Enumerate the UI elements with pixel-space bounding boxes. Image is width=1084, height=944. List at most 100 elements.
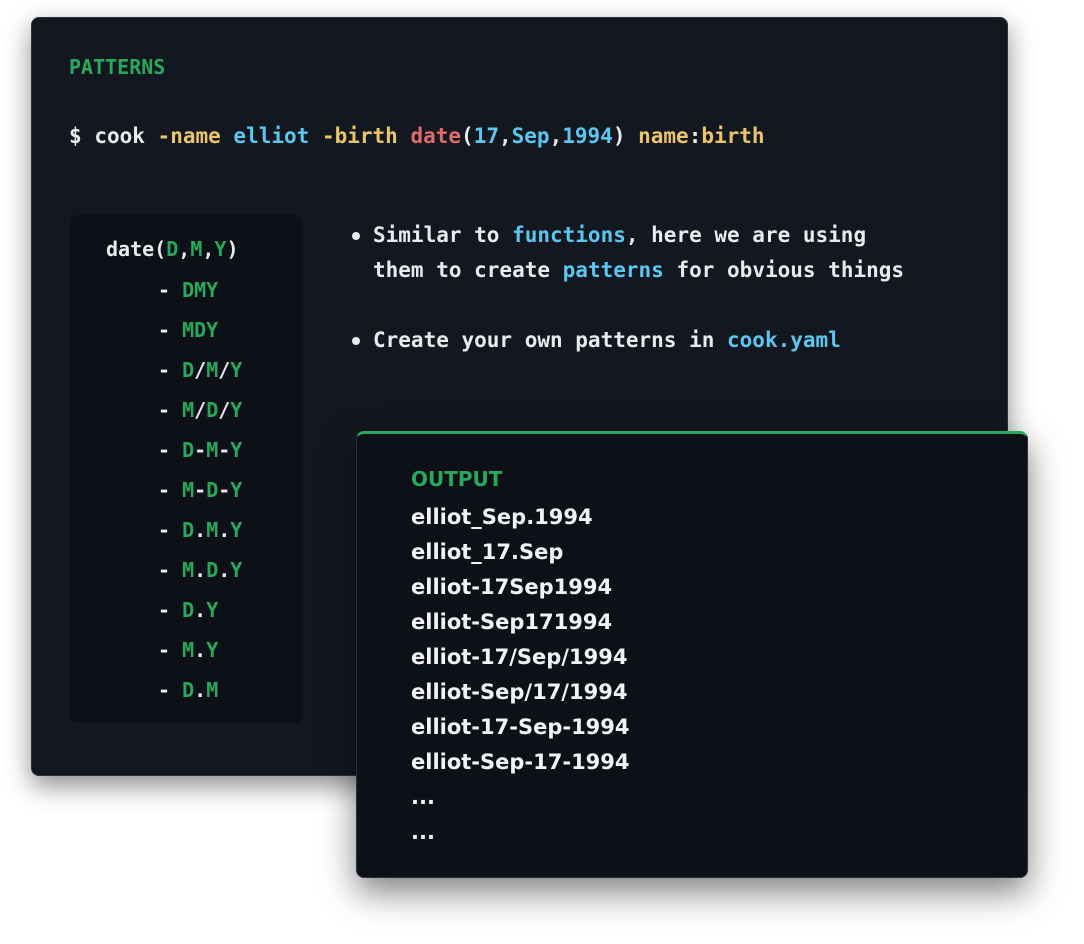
day-arg: 17 — [473, 124, 499, 148]
pattern-item: - D/M/Y — [158, 355, 242, 395]
pattern-dash: - — [158, 438, 183, 462]
pattern-dash: - — [158, 358, 183, 382]
output-line: elliot-Sep171994 — [411, 610, 613, 634]
pattern-list: - DMY - MDY - D/M/Y - M/D/Y - D-M-Y - M-D-Y - … — [158, 275, 242, 715]
pattern-separator: . — [194, 598, 207, 622]
note-text: Create your own patterns in — [373, 328, 728, 352]
notes-list: Similar to functions, here we are using t… — [349, 218, 969, 393]
note-item: Similar to functions, here we are using t… — [349, 218, 969, 288]
key-colon: : — [688, 124, 702, 148]
pattern-separator: . — [194, 518, 207, 542]
month-arg: Sep — [511, 124, 550, 148]
pattern-separator: . — [218, 558, 231, 582]
signature-comma: , — [178, 237, 191, 261]
pattern-item: - D.M.Y — [158, 515, 242, 555]
output-line: elliot_17.Sep — [411, 540, 564, 564]
arg-comma: , — [549, 124, 563, 148]
pattern-item: - D.M — [158, 675, 242, 715]
output-line: elliot-17-Sep-1994 — [411, 715, 630, 739]
output-line: elliot-Sep-17-1994 — [411, 750, 630, 774]
birth-key: birth — [701, 124, 765, 148]
pattern-dash: - — [158, 318, 183, 342]
note-text: them to create — [373, 258, 563, 282]
note-highlight: patterns — [562, 258, 664, 282]
pattern-separator: . — [194, 558, 207, 582]
signature-comma: , — [202, 237, 215, 261]
pattern-item: - DMY — [158, 275, 242, 315]
pattern-item: - D-M-Y — [158, 435, 242, 475]
patterns-title: PATTERNS — [69, 55, 166, 79]
pattern-token: Y — [230, 358, 243, 382]
pattern-token: DMY — [182, 278, 219, 302]
pattern-separator: . — [218, 518, 231, 542]
pattern-dash: - — [158, 598, 183, 622]
pattern-token: D — [182, 518, 195, 542]
pattern-token: Y — [230, 438, 243, 462]
date-function: date — [410, 124, 462, 148]
note-highlight: functions — [512, 223, 626, 247]
signature-m: M — [190, 237, 203, 261]
note-text: , here we are using — [625, 223, 867, 247]
prompt-symbol: $ — [69, 124, 82, 148]
pattern-dash: - — [158, 478, 183, 502]
pattern-token: D — [182, 358, 195, 382]
pattern-item: - M.D.Y — [158, 555, 242, 595]
note-text: Similar to — [373, 223, 513, 247]
pattern-token: M — [206, 678, 219, 702]
output-panel: OUTPUT elliot_Sep.1994 elliot_17.Sep ellio… — [356, 431, 1028, 878]
note-item: Create your own patterns in cook.yaml — [349, 323, 969, 358]
pattern-token: M — [182, 638, 195, 662]
pattern-separator: - — [194, 438, 207, 462]
note-text: for obvious things — [663, 258, 905, 282]
date-signature: date(D,M,Y) — [106, 237, 239, 261]
output-list: elliot_Sep.1994 elliot_17.Sep elliot-17Sep… — [411, 500, 630, 850]
output-line: ... — [411, 785, 435, 809]
note-highlight: cook.yaml — [727, 328, 841, 352]
pattern-dash: - — [158, 638, 183, 662]
birth-flag: -birth — [321, 124, 398, 148]
pattern-separator: / — [194, 358, 207, 382]
pattern-separator: - — [194, 478, 207, 502]
pattern-token: Y — [206, 638, 219, 662]
output-title: OUTPUT — [411, 467, 503, 491]
pattern-separator: . — [194, 638, 207, 662]
signature-close: ) — [226, 237, 239, 261]
year-arg: 1994 — [562, 124, 613, 148]
command-line: $ cook -name elliot -birth date(17,Sep,1… — [69, 124, 765, 148]
pattern-token: M — [182, 398, 195, 422]
pattern-item: - MDY — [158, 315, 242, 355]
pattern-token: D — [206, 478, 219, 502]
signature-fn: date( — [106, 237, 167, 261]
pattern-separator: . — [194, 678, 207, 702]
pattern-token: Y — [230, 518, 243, 542]
pattern-token: M — [206, 438, 219, 462]
pattern-token: MDY — [182, 318, 219, 342]
output-line: elliot_Sep.1994 — [411, 505, 593, 529]
pattern-token: Y — [206, 598, 219, 622]
pattern-token: Y — [230, 478, 243, 502]
pattern-token: D — [206, 558, 219, 582]
output-line: ... — [411, 820, 435, 844]
pattern-item: - M.Y — [158, 635, 242, 675]
pattern-dash: - — [158, 558, 183, 582]
name-value: elliot — [233, 124, 310, 148]
pattern-token: D — [206, 398, 219, 422]
pattern-token: M — [182, 558, 195, 582]
pattern-item: - D.Y — [158, 595, 242, 635]
name-key: name — [638, 124, 689, 148]
output-line: elliot-17Sep1994 — [411, 575, 613, 599]
pattern-token: D — [182, 678, 195, 702]
pattern-dash: - — [158, 678, 183, 702]
pattern-item: - M/D/Y — [158, 395, 242, 435]
output-line: elliot-17/Sep/1994 — [411, 645, 628, 669]
pattern-dash: - — [158, 278, 183, 302]
signature-y: Y — [214, 237, 227, 261]
pattern-separator: / — [194, 398, 207, 422]
pattern-token: M — [206, 518, 219, 542]
pattern-separator: - — [218, 438, 231, 462]
output-line: elliot-Sep/17/1994 — [411, 680, 628, 704]
pattern-separator: - — [218, 478, 231, 502]
pattern-token: D — [182, 438, 195, 462]
pattern-dash: - — [158, 398, 183, 422]
open-paren: ( — [461, 124, 474, 148]
